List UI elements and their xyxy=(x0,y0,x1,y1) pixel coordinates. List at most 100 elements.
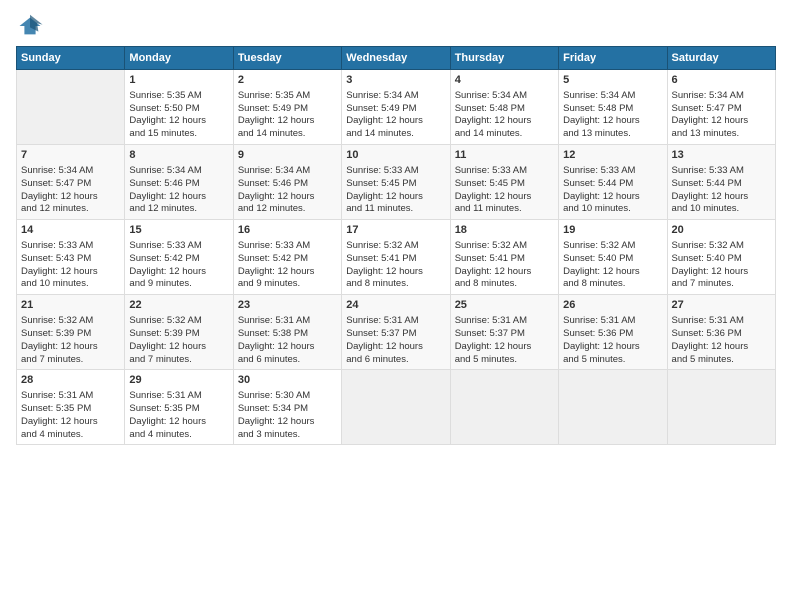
day-info-line: Sunrise: 5:34 AM xyxy=(238,165,337,178)
day-number: 14 xyxy=(21,223,120,238)
header-day-friday: Friday xyxy=(559,47,667,70)
day-info-line: Sunrise: 5:33 AM xyxy=(21,240,120,253)
day-number: 19 xyxy=(563,223,662,238)
day-info-line: Daylight: 12 hours xyxy=(238,341,337,354)
day-info-line: Daylight: 12 hours xyxy=(21,416,120,429)
day-info-line: and 10 minutes. xyxy=(672,203,771,216)
day-cell xyxy=(17,70,125,145)
day-number: 13 xyxy=(672,148,771,163)
day-info-line: Daylight: 12 hours xyxy=(21,191,120,204)
day-info-line: Sunset: 5:44 PM xyxy=(672,178,771,191)
day-cell: 9Sunrise: 5:34 AMSunset: 5:46 PMDaylight… xyxy=(233,145,341,220)
day-number: 16 xyxy=(238,223,337,238)
day-number: 7 xyxy=(21,148,120,163)
header-day-tuesday: Tuesday xyxy=(233,47,341,70)
day-info-line: Sunset: 5:44 PM xyxy=(563,178,662,191)
week-row-1: 1Sunrise: 5:35 AMSunset: 5:50 PMDaylight… xyxy=(17,70,776,145)
day-info-line: and 4 minutes. xyxy=(129,429,228,442)
day-info-line: Daylight: 12 hours xyxy=(346,266,445,279)
day-info-line: Sunset: 5:47 PM xyxy=(672,103,771,116)
day-info-line: and 14 minutes. xyxy=(346,128,445,141)
day-info-line: Daylight: 12 hours xyxy=(129,191,228,204)
day-info-line: and 9 minutes. xyxy=(238,278,337,291)
day-info-line: Sunrise: 5:31 AM xyxy=(346,315,445,328)
day-info-line: and 5 minutes. xyxy=(455,354,554,367)
day-cell: 7Sunrise: 5:34 AMSunset: 5:47 PMDaylight… xyxy=(17,145,125,220)
day-info-line: and 15 minutes. xyxy=(129,128,228,141)
day-cell: 30Sunrise: 5:30 AMSunset: 5:34 PMDayligh… xyxy=(233,370,341,445)
day-number: 11 xyxy=(455,148,554,163)
day-info-line: Daylight: 12 hours xyxy=(455,191,554,204)
day-info-line: Sunset: 5:40 PM xyxy=(672,253,771,266)
day-info-line: Daylight: 12 hours xyxy=(346,115,445,128)
day-cell: 23Sunrise: 5:31 AMSunset: 5:38 PMDayligh… xyxy=(233,295,341,370)
day-number: 29 xyxy=(129,373,228,388)
day-cell: 12Sunrise: 5:33 AMSunset: 5:44 PMDayligh… xyxy=(559,145,667,220)
day-cell: 19Sunrise: 5:32 AMSunset: 5:40 PMDayligh… xyxy=(559,220,667,295)
day-info-line: Sunset: 5:34 PM xyxy=(238,403,337,416)
day-info-line: Sunset: 5:38 PM xyxy=(238,328,337,341)
day-number: 17 xyxy=(346,223,445,238)
day-number: 21 xyxy=(21,298,120,313)
day-info-line: Sunset: 5:48 PM xyxy=(455,103,554,116)
day-info-line: Sunset: 5:47 PM xyxy=(21,178,120,191)
day-info-line: Sunrise: 5:31 AM xyxy=(21,390,120,403)
day-number: 5 xyxy=(563,73,662,88)
day-info-line: Sunrise: 5:33 AM xyxy=(346,165,445,178)
day-cell: 21Sunrise: 5:32 AMSunset: 5:39 PMDayligh… xyxy=(17,295,125,370)
day-info-line: Sunset: 5:49 PM xyxy=(238,103,337,116)
day-info-line: Daylight: 12 hours xyxy=(455,115,554,128)
day-cell xyxy=(559,370,667,445)
day-info-line: and 7 minutes. xyxy=(21,354,120,367)
day-info-line: Sunrise: 5:33 AM xyxy=(129,240,228,253)
day-info-line: Sunrise: 5:30 AM xyxy=(238,390,337,403)
day-number: 27 xyxy=(672,298,771,313)
day-info-line: and 10 minutes. xyxy=(21,278,120,291)
day-info-line: Sunrise: 5:34 AM xyxy=(672,90,771,103)
day-cell: 1Sunrise: 5:35 AMSunset: 5:50 PMDaylight… xyxy=(125,70,233,145)
day-info-line: Sunrise: 5:31 AM xyxy=(455,315,554,328)
day-cell: 11Sunrise: 5:33 AMSunset: 5:45 PMDayligh… xyxy=(450,145,558,220)
day-cell: 15Sunrise: 5:33 AMSunset: 5:42 PMDayligh… xyxy=(125,220,233,295)
day-info-line: Daylight: 12 hours xyxy=(21,341,120,354)
day-cell: 22Sunrise: 5:32 AMSunset: 5:39 PMDayligh… xyxy=(125,295,233,370)
day-info-line: Sunrise: 5:33 AM xyxy=(563,165,662,178)
calendar-header-row: SundayMondayTuesdayWednesdayThursdayFrid… xyxy=(17,47,776,70)
day-cell: 29Sunrise: 5:31 AMSunset: 5:35 PMDayligh… xyxy=(125,370,233,445)
day-info-line: Sunset: 5:45 PM xyxy=(455,178,554,191)
day-info-line: Sunrise: 5:34 AM xyxy=(455,90,554,103)
day-cell xyxy=(342,370,450,445)
day-info-line: Sunset: 5:37 PM xyxy=(455,328,554,341)
day-cell: 27Sunrise: 5:31 AMSunset: 5:36 PMDayligh… xyxy=(667,295,775,370)
day-info-line: Daylight: 12 hours xyxy=(672,341,771,354)
day-number: 6 xyxy=(672,73,771,88)
day-info-line: Sunset: 5:35 PM xyxy=(129,403,228,416)
day-info-line: Daylight: 12 hours xyxy=(563,341,662,354)
day-info-line: Daylight: 12 hours xyxy=(563,115,662,128)
day-number: 18 xyxy=(455,223,554,238)
day-info-line: Sunrise: 5:32 AM xyxy=(563,240,662,253)
day-cell: 13Sunrise: 5:33 AMSunset: 5:44 PMDayligh… xyxy=(667,145,775,220)
day-info-line: and 5 minutes. xyxy=(563,354,662,367)
day-cell: 17Sunrise: 5:32 AMSunset: 5:41 PMDayligh… xyxy=(342,220,450,295)
day-info-line: Sunrise: 5:34 AM xyxy=(129,165,228,178)
week-row-4: 21Sunrise: 5:32 AMSunset: 5:39 PMDayligh… xyxy=(17,295,776,370)
day-number: 1 xyxy=(129,73,228,88)
day-info-line: and 11 minutes. xyxy=(346,203,445,216)
day-cell: 18Sunrise: 5:32 AMSunset: 5:41 PMDayligh… xyxy=(450,220,558,295)
day-info-line: and 8 minutes. xyxy=(346,278,445,291)
day-info-line: Sunrise: 5:35 AM xyxy=(238,90,337,103)
day-info-line: and 13 minutes. xyxy=(672,128,771,141)
day-info-line: and 6 minutes. xyxy=(346,354,445,367)
day-info-line: Sunset: 5:48 PM xyxy=(563,103,662,116)
day-number: 23 xyxy=(238,298,337,313)
page: SundayMondayTuesdayWednesdayThursdayFrid… xyxy=(0,0,792,612)
calendar-table: SundayMondayTuesdayWednesdayThursdayFrid… xyxy=(16,46,776,445)
day-info-line: and 6 minutes. xyxy=(238,354,337,367)
header-day-monday: Monday xyxy=(125,47,233,70)
day-number: 26 xyxy=(563,298,662,313)
day-info-line: Sunset: 5:41 PM xyxy=(455,253,554,266)
day-info-line: Sunset: 5:45 PM xyxy=(346,178,445,191)
day-info-line: Daylight: 12 hours xyxy=(455,341,554,354)
day-number: 30 xyxy=(238,373,337,388)
